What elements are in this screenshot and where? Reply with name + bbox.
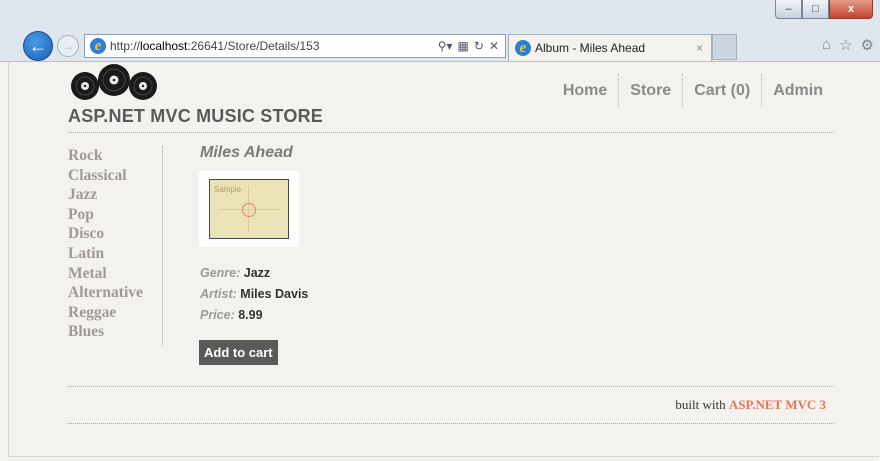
favorites-star-icon[interactable]: ☆ (839, 36, 852, 54)
back-arrow-icon[interactable]: ← (23, 31, 53, 61)
footer-brand-link[interactable]: ASP.NET MVC 3 (729, 397, 826, 412)
main-nav: Home Store Cart (0) Admin (552, 74, 834, 108)
genre-value: Jazz (243, 266, 271, 280)
home-icon[interactable]: ⌂ (822, 36, 831, 54)
genre-menu: Rock Classical Jazz Pop Disco Latin Meta… (68, 146, 163, 346)
nav-admin[interactable]: Admin (761, 74, 834, 108)
footer-divider-top (68, 386, 834, 387)
album-art-sample-text: Sample (214, 185, 242, 194)
header-divider (68, 132, 834, 133)
refresh-icon[interactable]: ↻ (474, 39, 484, 53)
nav-cart[interactable]: Cart (0) (682, 74, 761, 108)
address-url[interactable]: http://localhost:26641/Store/Details/153 (110, 39, 320, 53)
album-genre: Genre: Jazz (200, 266, 270, 280)
nav-home[interactable]: Home (552, 74, 618, 108)
address-bar[interactable]: e http://localhost:26641/Store/Details/1… (84, 34, 506, 58)
genre-link-jazz[interactable]: Jazz (68, 185, 162, 205)
album-art-frame: Sample (199, 171, 299, 247)
search-icon[interactable]: ⚲▾ (438, 39, 453, 53)
url-path: :26641/Store/Details/153 (187, 39, 320, 53)
maximize-button[interactable]: □ (802, 0, 829, 19)
address-bar-actions: ⚲▾ ▦ ↻ ✕ (438, 39, 505, 53)
compat-view-icon[interactable]: ▦ (458, 39, 469, 53)
price-value: 8.99 (238, 308, 263, 322)
price-label: Price: (200, 308, 235, 322)
genre-link-alternative[interactable]: Alternative (68, 283, 162, 303)
genre-link-metal[interactable]: Metal (68, 264, 162, 284)
artist-label: Artist: (200, 287, 237, 301)
close-window-button[interactable]: x (829, 0, 873, 19)
site-title[interactable]: ASP.NET MVC MUSIC STORE (68, 106, 323, 127)
footer-divider-bottom (68, 423, 834, 424)
nav-store[interactable]: Store (618, 74, 682, 108)
genre-link-reggae[interactable]: Reggae (68, 303, 162, 323)
vinyl-records-logo-icon[interactable] (69, 64, 159, 100)
ie-logo-icon: e (515, 40, 531, 56)
crosshair-target-icon (242, 203, 256, 217)
artist-value: Miles Davis (240, 287, 309, 301)
genre-link-classical[interactable]: Classical (68, 166, 162, 186)
genre-link-latin[interactable]: Latin (68, 244, 162, 264)
browser-chrome: – □ x ← → e http://localhost:26641/Store… (0, 0, 880, 62)
ie-logo-icon: e (90, 38, 106, 54)
add-to-cart-button[interactable]: Add to cart (199, 340, 278, 365)
window-controls: – □ x (775, 0, 873, 19)
tab-title: Album - Miles Ahead (535, 41, 646, 55)
genre-link-blues[interactable]: Blues (68, 322, 162, 342)
minimize-button[interactable]: – (775, 0, 802, 19)
stop-icon[interactable]: ✕ (489, 39, 499, 53)
footer-prefix: built with (675, 397, 726, 412)
url-scheme: http:// (110, 39, 141, 53)
settings-gear-icon[interactable]: ⚙ (861, 36, 874, 54)
genre-link-rock[interactable]: Rock (68, 146, 162, 166)
tab-close-icon[interactable]: × (696, 41, 703, 55)
genre-link-disco[interactable]: Disco (68, 224, 162, 244)
tab-album[interactable]: e Album - Miles Ahead × (508, 34, 712, 61)
album-price: Price: 8.99 (200, 308, 263, 322)
genre-label: Genre: (200, 266, 241, 280)
browser-toolbar: ⌂ ☆ ⚙ (822, 36, 874, 54)
url-host: localhost (140, 39, 188, 53)
footer: built with ASP.NET MVC 3 (675, 397, 826, 413)
forward-arrow-icon[interactable]: → (57, 35, 79, 57)
genre-link-pop[interactable]: Pop (68, 205, 162, 225)
new-tab-button[interactable] (712, 34, 737, 60)
album-artist: Artist: Miles Davis (200, 287, 308, 301)
album-art-placeholder: Sample (209, 179, 289, 239)
album-title: Miles Ahead (200, 144, 293, 161)
page-content: ASP.NET MVC MUSIC STORE Home Store Cart … (8, 62, 879, 457)
